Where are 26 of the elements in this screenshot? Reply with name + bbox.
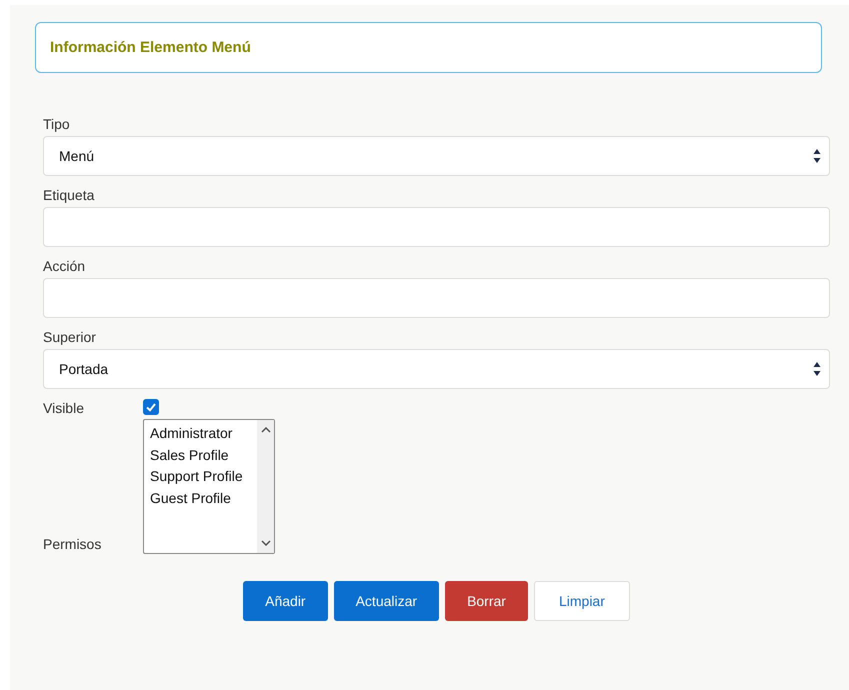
select-field[interactable]: Menú <box>43 136 830 176</box>
action-button[interactable]: Limpiar <box>534 581 630 621</box>
field-label: Superior <box>43 328 97 347</box>
list-option[interactable]: Guest Profile <box>144 488 257 509</box>
select-field[interactable]: Portada <box>43 349 830 389</box>
sort-arrows-icon <box>813 149 821 163</box>
list-option[interactable]: Sales Profile <box>144 444 257 466</box>
list-option[interactable]: Support Profile <box>144 466 257 488</box>
list-option[interactable]: Administrator <box>144 423 257 444</box>
scrollbar[interactable] <box>257 420 274 553</box>
field-label: Acción <box>43 257 86 276</box>
input-field[interactable] <box>43 207 830 247</box>
field-label: Permisos <box>43 535 102 554</box>
action-button[interactable]: Añadir <box>243 581 328 621</box>
field-label: Visible <box>43 399 85 418</box>
checkbox[interactable] <box>143 399 159 415</box>
field-label: Tipo <box>43 115 71 134</box>
action-button[interactable]: Borrar <box>445 581 528 621</box>
action-button[interactable]: Actualizar <box>334 581 440 621</box>
field-label: Etiqueta <box>43 186 96 205</box>
input-field[interactable] <box>43 278 830 318</box>
sort-arrows-icon <box>813 362 821 376</box>
section-title: Información Elemento Menú <box>50 39 251 56</box>
chevron-down-icon[interactable] <box>260 540 270 546</box>
chevron-up-icon[interactable] <box>260 427 270 433</box>
list-box[interactable]: Administrator Sales Profile Support Profile Guest Profile <box>143 419 275 554</box>
